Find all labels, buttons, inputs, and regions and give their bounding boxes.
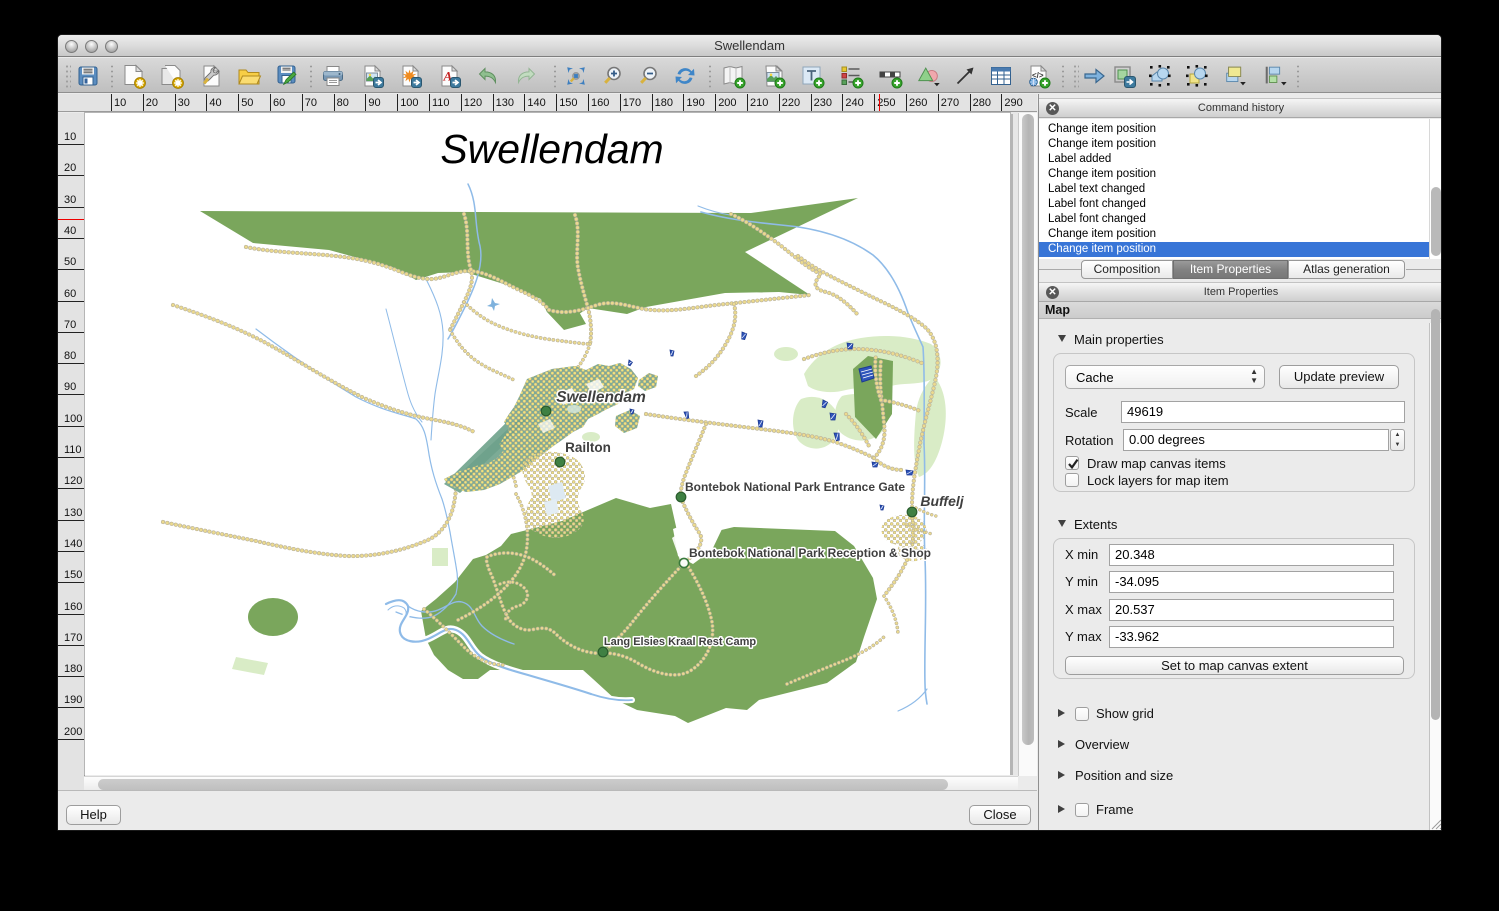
svg-text:Bontebok National Park Entranc: Bontebok National Park Entrance Gate bbox=[685, 480, 905, 494]
svg-text:Railton: Railton bbox=[565, 440, 611, 455]
svg-text:Swellendam: Swellendam bbox=[440, 126, 663, 172]
svg-text:Buffelj: Buffelj bbox=[920, 493, 964, 509]
svg-text:Swellendam: Swellendam bbox=[556, 389, 646, 406]
svg-text:Bontebok National Park Recepti: Bontebok National Park Reception & Shop bbox=[689, 546, 931, 560]
svg-text:Lang Elsies Kraal Rest Camp: Lang Elsies Kraal Rest Camp bbox=[604, 636, 757, 648]
